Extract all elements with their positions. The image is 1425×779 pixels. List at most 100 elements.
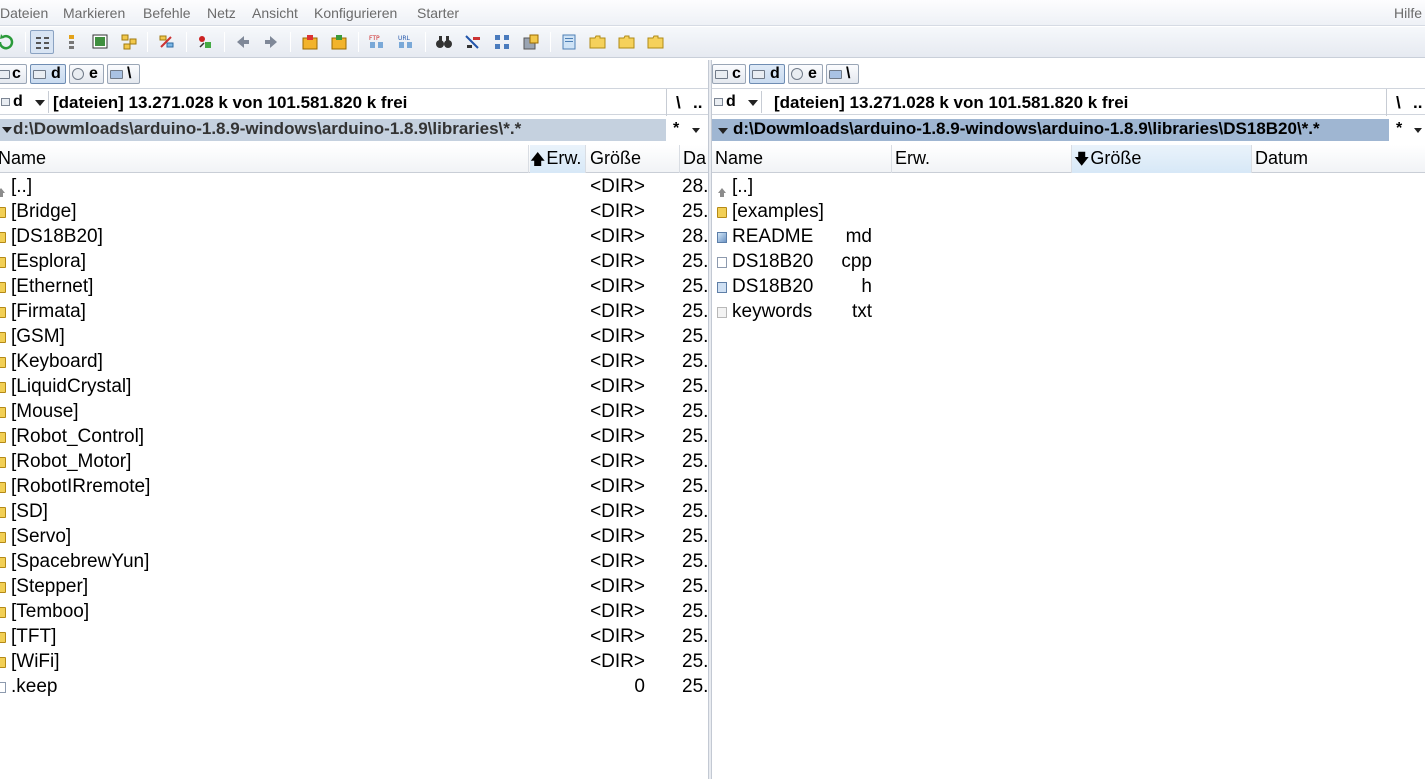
file-row[interactable]: [Temboo] <DIR> 25. (0, 600, 708, 625)
menu-netz[interactable]: Netz (207, 5, 236, 21)
file-row[interactable]: [Keyboard] <DIR> 25. (0, 350, 708, 375)
menu-ansicht[interactable]: Ansicht (252, 5, 298, 21)
network-drive-button[interactable]: \ (826, 64, 859, 84)
folder-icon[interactable] (644, 30, 668, 54)
file-date: 25. (682, 476, 708, 497)
filter-dropdown-icon[interactable] (692, 128, 700, 133)
parent-dir-button[interactable]: .. (693, 93, 702, 113)
menu-markieren[interactable]: Markieren (63, 5, 125, 21)
file-row[interactable]: [Robot_Motor] <DIR> 25. (0, 450, 708, 475)
unpack-icon[interactable] (327, 30, 351, 54)
parent-dir-button[interactable]: .. (1413, 93, 1422, 113)
folder-icon[interactable] (586, 30, 610, 54)
file-row[interactable]: [Esplora] <DIR> 25. (0, 250, 708, 275)
menu-starter[interactable]: Starter (417, 5, 459, 21)
file-name: [Mouse] (11, 401, 79, 422)
file-row[interactable]: DS18B20 h (712, 275, 1425, 300)
file-row[interactable]: [Stepper] <DIR> 25. (0, 575, 708, 600)
tree-view-icon[interactable] (117, 30, 141, 54)
drive-e-button[interactable]: e (69, 64, 104, 84)
folder-icon[interactable] (615, 30, 639, 54)
file-date: 25. (682, 326, 708, 347)
file-row[interactable]: [Servo] <DIR> 25. (0, 525, 708, 550)
drive-combo[interactable]: d (0, 91, 49, 113)
current-path[interactable]: d:\Dowmloads\arduino-1.8.9-windows\ardui… (0, 119, 666, 141)
column-date[interactable]: Da (680, 145, 708, 173)
disk-icon[interactable] (519, 30, 543, 54)
chevron-down-icon (718, 128, 728, 134)
file-name: [GSM] (11, 326, 65, 347)
back-arrow-icon[interactable] (231, 30, 255, 54)
drive-c-button[interactable]: c (712, 64, 746, 84)
search-icon[interactable] (432, 30, 456, 54)
menu-befehle[interactable]: Befehle (143, 5, 190, 21)
invert-selection-icon[interactable] (155, 30, 179, 54)
file-row[interactable]: [..] <DIR> 28. (0, 175, 708, 200)
file-row[interactable]: .keep 0 25. (0, 675, 708, 700)
file-row[interactable]: [Mouse] <DIR> 25. (0, 400, 708, 425)
file-row[interactable]: [GSM] <DIR> 25. (0, 325, 708, 350)
column-ext[interactable]: 🡅Erw. (530, 145, 586, 173)
root-dir-button[interactable]: \ (1396, 93, 1401, 113)
drive-d-button[interactable]: d (30, 64, 66, 84)
drive-c-button[interactable]: c (0, 64, 27, 84)
file-row[interactable]: README md (712, 225, 1425, 250)
pack-icon[interactable] (298, 30, 322, 54)
sync-dirs-icon[interactable] (490, 30, 514, 54)
column-name[interactable]: Name (0, 145, 529, 173)
file-row[interactable]: [SD] <DIR> 25. (0, 500, 708, 525)
folder-icon (0, 432, 6, 443)
chevron-down-icon (2, 127, 12, 133)
menu-konfigurieren[interactable]: Konfigurieren (314, 5, 397, 21)
filter-dropdown-icon[interactable] (1414, 128, 1422, 133)
drive-e-button[interactable]: e (788, 64, 823, 84)
drive-d-button[interactable]: d (749, 64, 785, 84)
menu-dateien[interactable]: Dateien (0, 5, 48, 21)
file-row[interactable]: DS18B20 cpp (712, 250, 1425, 275)
file-row[interactable]: keywords txt (712, 300, 1425, 325)
forward-arrow-icon[interactable] (259, 30, 283, 54)
root-dir-button[interactable]: \ (676, 93, 681, 113)
column-ext[interactable]: Erw. (892, 145, 1072, 173)
file-row[interactable]: [SpacebrewYun] <DIR> 25. (0, 550, 708, 575)
file-name: [Robot_Motor] (11, 451, 132, 472)
thumbnail-view-icon[interactable] (88, 30, 112, 54)
url-icon[interactable]: URL (394, 30, 418, 54)
column-size[interactable]: Größe (587, 145, 680, 173)
refresh-icon[interactable] (0, 30, 18, 54)
file-name: DS18B20 (732, 276, 814, 297)
file-row[interactable]: [Bridge] <DIR> 25. (0, 200, 708, 225)
network-drive-button[interactable]: \ (107, 64, 140, 84)
file-name: [Ethernet] (11, 276, 94, 297)
file-row[interactable]: [TFT] <DIR> 25. (0, 625, 708, 650)
file-row[interactable]: [Robot_Control] <DIR> 25. (0, 425, 708, 450)
folder-icon (0, 657, 6, 668)
column-name[interactable]: Name (712, 145, 892, 173)
file-size: <DIR> (590, 226, 645, 247)
file-row[interactable]: [..] (712, 175, 1425, 200)
file-name: README (732, 226, 814, 247)
file-row[interactable]: [Firmata] <DIR> 25. (0, 300, 708, 325)
file-date: 25. (682, 376, 708, 397)
drive-combo[interactable]: d (713, 91, 762, 113)
file-row[interactable]: [LiquidCrystal] <DIR> 25. (0, 375, 708, 400)
column-date[interactable]: Datum (1252, 145, 1425, 173)
compare-icon[interactable] (193, 30, 217, 54)
current-path[interactable]: d:\Dowmloads\arduino-1.8.9-windows\ardui… (712, 119, 1389, 141)
column-size[interactable]: 🡇Größe (1072, 145, 1252, 173)
file-row[interactable]: [Ethernet] <DIR> 25. (0, 275, 708, 300)
file-row[interactable]: [examples] (712, 200, 1425, 225)
file-filter[interactable]: * (673, 120, 679, 138)
multi-rename-icon[interactable] (461, 30, 485, 54)
ftp-icon[interactable]: FTP (365, 30, 389, 54)
file-row[interactable]: [RobotIRremote] <DIR> 25. (0, 475, 708, 500)
brief-view-icon[interactable] (30, 30, 54, 54)
menu-hilfe[interactable]: Hilfe (1394, 5, 1422, 21)
file-date: 25. (682, 276, 708, 297)
file-row[interactable]: [DS18B20] <DIR> 28. (0, 225, 708, 250)
up-arrow-icon (0, 182, 6, 197)
file-filter[interactable]: * (1396, 120, 1402, 138)
full-view-icon[interactable] (59, 30, 83, 54)
notepad-icon[interactable] (557, 30, 581, 54)
file-row[interactable]: [WiFi] <DIR> 25. (0, 650, 708, 675)
